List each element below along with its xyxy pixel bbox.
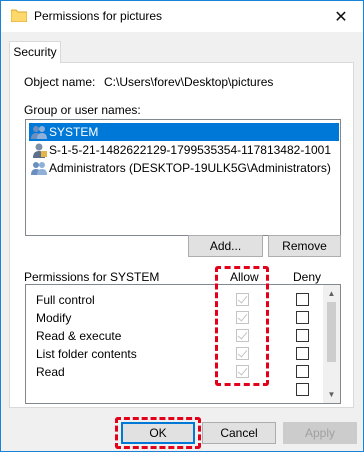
scroll-up-icon[interactable]: ▲ <box>323 285 340 302</box>
users-list[interactable]: SYSTEM S-1-5-21-1482622129-1799535354-11… <box>25 119 341 236</box>
title-bar: Permissions for pictures ✕ <box>1 1 363 32</box>
permissions-list: Full control Modify Read & execute List … <box>25 284 341 404</box>
permissions-dialog: Permissions for pictures ✕ Security Obje… <box>0 0 364 452</box>
user-name: SYSTEM <box>49 125 99 139</box>
permission-row: Full control <box>36 291 95 309</box>
deny-header: Deny <box>293 270 322 284</box>
window-title: Permissions for pictures <box>34 9 163 23</box>
deny-checkbox[interactable] <box>296 365 309 378</box>
scroll-thumb[interactable] <box>327 302 336 362</box>
security-panel: Object name: C:\Users\forev\Desktop\pict… <box>9 62 354 408</box>
apply-button[interactable]: Apply <box>283 422 357 444</box>
permissions-label: Permissions for SYSTEM <box>24 270 160 284</box>
permission-name: Full control <box>36 293 95 307</box>
close-icon: ✕ <box>334 8 348 26</box>
permission-name: Modify <box>36 311 72 325</box>
permission-name: List folder contents <box>36 347 137 361</box>
deny-checkbox[interactable] <box>296 293 309 306</box>
object-name-label: Object name: <box>24 75 96 89</box>
close-button[interactable]: ✕ <box>319 1 363 32</box>
permission-row: Read <box>36 363 65 381</box>
permission-name: Read <box>36 365 65 379</box>
deny-checkbox[interactable] <box>296 347 309 360</box>
add-button[interactable]: Add... <box>188 235 263 257</box>
deny-checkbox[interactable] <box>296 329 309 342</box>
deny-checkbox[interactable] <box>296 383 309 396</box>
user-unknown-icon <box>33 143 47 158</box>
list-item[interactable]: Administrators (DESKTOP-19ULK5G\Administ… <box>29 159 331 177</box>
permission-row: Modify <box>36 309 71 327</box>
folder-icon <box>11 9 27 22</box>
object-name-value: C:\Users\forev\Desktop\pictures <box>104 75 274 89</box>
deny-checkbox[interactable] <box>296 311 309 324</box>
cancel-button[interactable]: Cancel <box>202 422 276 444</box>
permission-row: Read & execute <box>36 327 121 345</box>
list-item[interactable]: S-1-5-21-1482622129-1799535354-117813482… <box>29 141 331 159</box>
users-group-icon <box>31 162 47 175</box>
permission-row: List folder contents <box>36 345 137 363</box>
group-names-label: Group or user names: <box>24 103 141 117</box>
users-group-icon <box>31 126 47 139</box>
tab-security[interactable]: Security <box>9 41 61 63</box>
ok-highlight <box>115 417 201 449</box>
allow-highlight <box>215 266 269 386</box>
permission-name: Read & execute <box>36 329 122 343</box>
remove-button[interactable]: Remove <box>268 235 341 257</box>
list-item[interactable]: SYSTEM <box>29 123 339 141</box>
user-name: Administrators (DESKTOP-19ULK5G\Administ… <box>49 161 331 175</box>
scroll-down-icon[interactable]: ▼ <box>323 386 340 403</box>
user-name: S-1-5-21-1482622129-1799535354-117813482… <box>49 143 332 157</box>
scrollbar[interactable]: ▲ ▼ <box>323 285 340 403</box>
